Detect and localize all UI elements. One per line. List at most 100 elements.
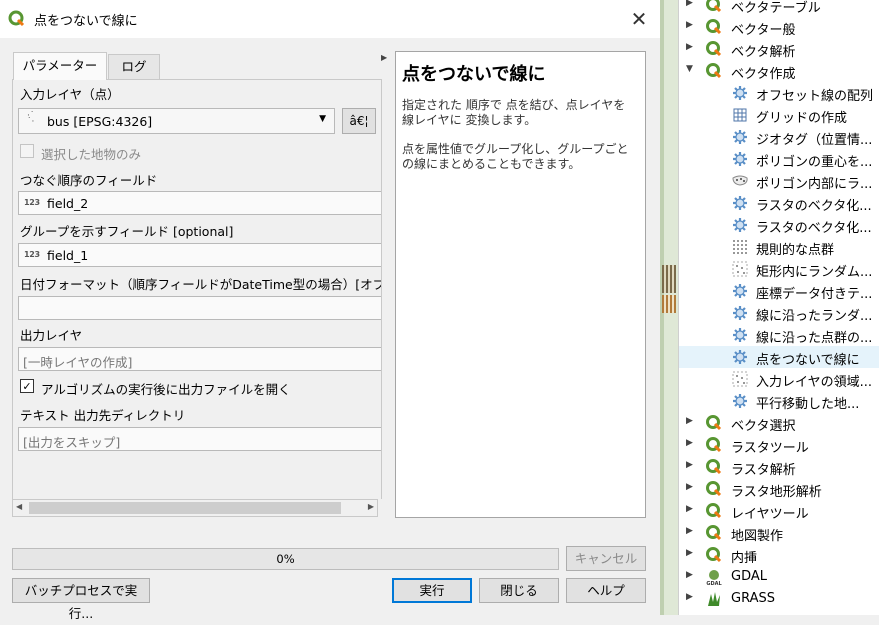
collapsed-arrow-icon[interactable]: ▶ [686,42,693,52]
text-output-dir-input[interactable]: [出力をスキップ] [18,427,381,451]
toolbox-algorithm-item[interactable]: 線に沿ったランダ... [679,302,879,324]
text-output-dir-placeholder: [出力をスキップ] [23,435,121,450]
input-layer-label: 入力レイヤ（点） [20,87,120,102]
scroll-right-icon[interactable]: ▶ [368,502,374,511]
gear-icon [731,84,749,102]
collapsed-arrow-icon[interactable]: ▶ [686,416,693,426]
scroll-left-icon[interactable]: ◀ [16,502,22,511]
input-layer-browse-button[interactable]: â€¦ [342,108,376,134]
collapsed-arrow-icon[interactable]: ▶ [686,482,693,492]
random-extent-icon [731,370,749,388]
toolbox-algorithm-item[interactable]: オフセット線の配列 [679,82,879,104]
toolbox-algorithm-item[interactable]: ラスタのベクタ化... [679,214,879,236]
date-format-input[interactable] [18,296,381,320]
toolbox-item-label: 線に沿った点群の... [756,331,873,346]
qgis-icon [705,414,723,432]
help-paragraph: 点を属性値でグループ化し、グループごとの線にまとめることもできます。 [402,142,629,171]
open-after-checkbox[interactable]: ✓ [20,379,34,393]
toolbox-algorithm-item[interactable]: 規則的な点群 [679,236,879,258]
help-title: 点をつないで線に [402,64,546,85]
toolbox-item-label: ポリゴン内部にラ... [756,177,873,192]
toolbox-group-item[interactable]: ▶ ベクタ解析 [679,38,879,60]
toolbox-algorithm-item[interactable]: ポリゴン内部にラ... [679,170,879,192]
group-field-value: field_1 [47,248,89,263]
collapsed-arrow-icon[interactable]: ▶ [686,438,693,448]
collapsed-arrow-icon[interactable]: ▶ [686,0,693,8]
cancel-button[interactable]: キャンセル [566,546,646,571]
toolbox-algorithm-item[interactable]: ラスタのベクタ化... [679,192,879,214]
close-dialog-button[interactable]: 閉じる [479,578,559,603]
order-field-combo[interactable]: 123 field_2 [18,191,381,215]
toolbox-algorithm-item[interactable]: グリッドの作成 [679,104,879,126]
collapsed-arrow-icon[interactable]: ▶ [686,20,693,30]
collapsed-arrow-icon[interactable]: ▶ [686,504,693,514]
tab-log[interactable]: ログ [108,54,160,79]
gear-icon [731,128,749,146]
svg-text:GDAL: GDAL [706,581,722,586]
input-layer-combo[interactable]: ·˙ ˙· bus [EPSG:4326] ▼ [18,108,335,134]
point-layer-icon: ·˙ ˙· [27,111,35,127]
toolbox-group-item[interactable]: ▶ GRASS [679,588,879,610]
toolbox-group-item[interactable]: ▶ レイヤツール [679,500,879,522]
collapsed-arrow-icon[interactable]: ▶ [686,460,693,470]
collapsed-arrow-icon[interactable]: ▶ [686,570,693,580]
collapsed-arrow-icon[interactable]: ▶ [686,548,693,558]
gear-icon [731,150,749,168]
group-field-label: グループを示すフィールド [optional] [20,224,234,239]
toolbox-item-label: 点をつないで線に [756,353,860,368]
toolbox-group-item[interactable]: ▶ ベクタテーブル [679,0,879,16]
gear-icon [731,326,749,344]
toolbox-group-item[interactable]: ▶ ラスタ地形解析 [679,478,879,500]
toolbox-group-item[interactable]: ▶ ラスタ解析 [679,456,879,478]
toolbox-algorithm-item[interactable]: 入力レイヤの領域... [679,368,879,390]
toolbox-group-item[interactable]: ▶ ベクター般 [679,16,879,38]
toolbox-group-item[interactable]: ▶ ラスタツール [679,434,879,456]
gdal-icon: GDAL [705,568,723,587]
text-output-dir-label: テキスト 出力先ディレクトリ [20,408,186,423]
toolbox-item-label: 入力レイヤの領域... [756,375,873,390]
horizontal-scrollbar[interactable]: ◀ ▶ [12,499,378,517]
gear-icon [731,392,749,410]
output-layer-input[interactable]: [一時レイヤの作成] [18,347,381,371]
run-button[interactable]: 実行 [392,578,472,603]
toolbox-group-item[interactable]: ▶ 内挿 [679,544,879,566]
tab-parameters[interactable]: パラメーター [13,52,107,80]
collapsed-arrow-icon[interactable]: ▶ [686,592,693,602]
gear-icon [731,348,749,366]
map-canvas[interactable] [660,0,678,615]
help-button[interactable]: ヘルプ [566,578,646,603]
expanded-arrow-icon[interactable]: ▼ [686,64,693,74]
output-layer-label: 出力レイヤ [20,328,83,343]
toolbox-item-label: ラスタツール [731,441,809,456]
toolbox-algorithm-item[interactable]: 点をつないで線に [679,346,879,368]
collapsed-arrow-icon[interactable]: ▶ [686,526,693,536]
toolbox-group-item[interactable]: ▼ ベクタ作成 [679,60,879,82]
toolbox-item-label: ベクタ選択 [731,419,796,434]
panel-splitter-arrow-icon[interactable]: ▶ [381,53,387,62]
toolbox-item-label: レイヤツール [731,507,809,522]
toolbox-algorithm-item[interactable]: 座標データ付きテ... [679,280,879,302]
processing-toolbox: ▶ ベクタテーブル ▶ ベクター般 ▶ ベクタ解析 ▼ ベクタ作成 オフセット線の配列 グリッドの… [678,0,879,615]
gear-icon [731,282,749,300]
toolbox-group-item[interactable]: ▶ 地図製作 [679,522,879,544]
toolbox-group-item[interactable]: ▶ GDAL GDAL [679,566,879,588]
order-field-value: field_2 [47,196,89,211]
scrollbar-thumb[interactable] [29,502,341,514]
toolbox-algorithm-item[interactable]: 矩形内にランダム... [679,258,879,280]
toolbox-algorithm-item[interactable]: ジオタグ（位置情... [679,126,879,148]
toolbox-algorithm-item[interactable]: ポリゴンの重心を... [679,148,879,170]
toolbox-group-item[interactable]: ▶ ベクタ選択 [679,412,879,434]
toolbox-algorithm-item[interactable]: 平行移動した地... [679,390,879,412]
close-button[interactable]: ✕ [620,4,658,34]
progress-bar: 0% [12,548,559,570]
gear-icon [731,194,749,212]
selected-only-checkbox[interactable] [20,144,34,158]
batch-process-button[interactable]: バッチプロセスで実行... [12,578,150,621]
group-field-combo[interactable]: 123 field_1 [18,243,381,267]
toolbox-item-label: 規則的な点群 [756,243,835,258]
random-points-icon [731,172,749,190]
random-extent-icon [731,260,749,278]
grass-icon [705,590,723,608]
toolbox-item-label: 地図製作 [731,529,784,544]
toolbox-algorithm-item[interactable]: 線に沿った点群の... [679,324,879,346]
